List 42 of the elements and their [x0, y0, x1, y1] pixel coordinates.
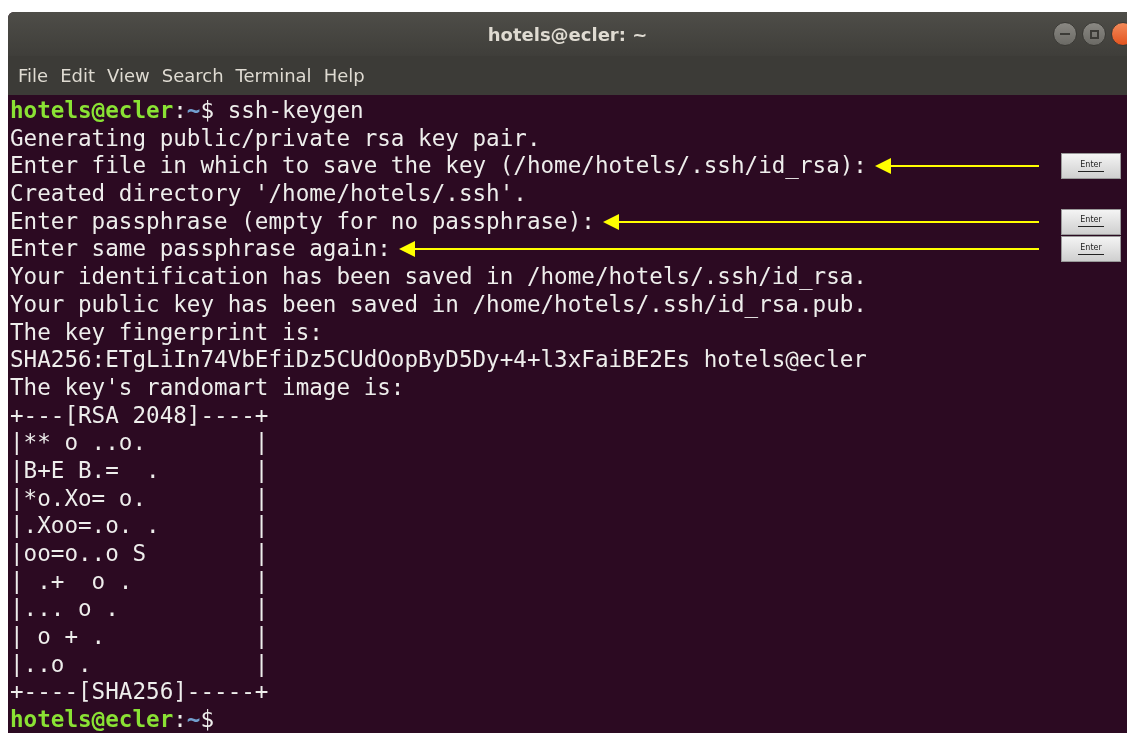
menu-item[interactable]: File: [18, 63, 56, 88]
prompt-path: ~: [186, 706, 201, 733]
output-line: The key's randomart image is:: [10, 373, 405, 402]
output-line: Enter same passphrase again:: [10, 235, 391, 264]
output-line: Created directory '/home/hotels/.ssh'.: [10, 180, 527, 208]
enter-key-icon: Enter: [1061, 153, 1121, 180]
output-line: |B+E B.= . |: [10, 456, 269, 485]
prompt-symbol: $: [200, 97, 215, 125]
output-line: Generating public/private rsa key pair.: [10, 124, 541, 153]
minimize-button[interactable]: [1053, 22, 1077, 46]
window-title: hotels@ecler: ~: [487, 23, 648, 45]
output-line: +---[RSA 2048]----+: [10, 401, 269, 430]
output-line: |oo=o..o S |: [10, 540, 269, 568]
prompt-symbol: $: [200, 706, 215, 733]
menu-item[interactable]: Edit: [60, 63, 102, 88]
prompt-user-host: hotels@ecler: [10, 97, 174, 125]
menu-item[interactable]: Help: [323, 63, 372, 88]
command-text: ssh-keygen: [227, 97, 364, 125]
prompt-user-host: hotels@ecler: [10, 706, 174, 733]
prompt-separator: :: [173, 97, 187, 125]
output-line: +----[SHA256]-----+: [10, 678, 269, 707]
output-line: SHA256:ETgLiIn74VbEfiDz5CUdOopByD5Dy+4+l3xFaiBE2Es hotels@ecler: [10, 346, 867, 374]
output-line: Enter file in which to save the key (/home/hotels/.ssh/id_rsa):: [10, 152, 867, 181]
menu-item[interactable]: View: [107, 63, 157, 88]
output-line: Enter passphrase (empty for no passphrase):: [10, 207, 595, 236]
output-line: | o + . |: [10, 623, 269, 651]
menu-item[interactable]: Search: [161, 63, 231, 88]
maximize-button[interactable]: [1082, 22, 1106, 46]
output-line: | .+ o . |: [10, 567, 269, 596]
output-line: Your identification has been saved in /home/hotels/.ssh/id_rsa.: [10, 263, 867, 291]
prompt-separator: :: [173, 706, 187, 733]
output-line: The key fingerprint is:: [10, 318, 323, 347]
output-line: Your public key has been saved in /home/hotels/.ssh/id_rsa.pub.: [10, 290, 867, 319]
output-line: |*o.Xo= o. |: [10, 484, 269, 513]
output-line: |... o . |: [10, 595, 269, 624]
prompt-path: ~: [186, 97, 201, 125]
enter-key-icon: Enter: [1061, 236, 1121, 263]
menu-item[interactable]: Terminal: [235, 63, 319, 88]
output-line: |** o ..o. |: [10, 429, 269, 457]
output-line: |.Xoo=.o. . |: [10, 512, 269, 540]
output-line: |..o . |: [10, 650, 269, 679]
enter-key-icon: Enter: [1061, 208, 1121, 235]
